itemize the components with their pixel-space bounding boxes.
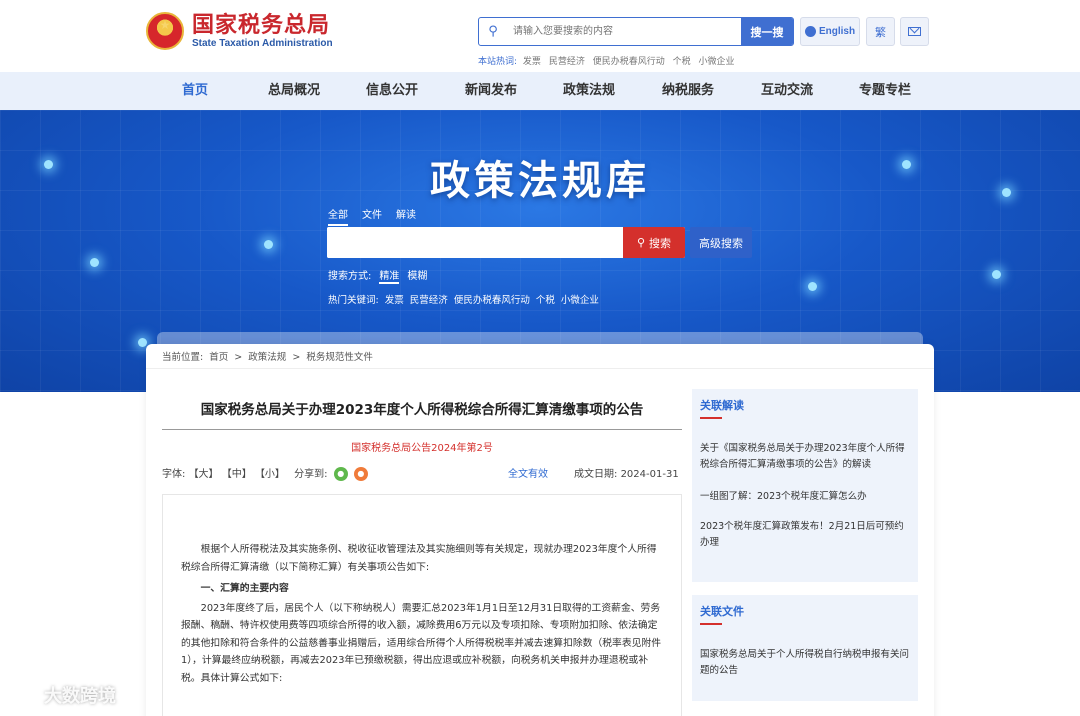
national-emblem-icon — [146, 12, 184, 50]
search-scope-tabs: 全部 文件 解读 — [328, 206, 430, 226]
search-icon: ⚲ — [488, 24, 498, 39]
glow-dot-decoration — [138, 338, 147, 347]
article-title: 国家税务总局关于办理2023年度个人所得税综合所得汇算清缴事项的公告 — [200, 402, 644, 418]
related-files-heading: 关联文件 — [700, 605, 744, 618]
hot-keyword-link[interactable]: 便民办税春风行动 — [454, 295, 530, 306]
tab-files[interactable]: 文件 — [362, 206, 382, 226]
hotword-link[interactable]: 个税 — [673, 57, 691, 67]
search-mode-exact[interactable]: 精准 — [379, 267, 400, 284]
site-search-button[interactable]: 搜一搜 — [741, 18, 793, 45]
related-reading-heading: 关联解读 — [700, 399, 744, 412]
breadcrumb: 当前位置: 首页 > 政策法规 > 税务规范性文件 — [162, 349, 376, 363]
tab-interpretations[interactable]: 解读 — [396, 206, 416, 226]
traditional-chinese-button[interactable]: 繁 — [866, 17, 895, 46]
breadcrumb-separator: > — [292, 352, 301, 363]
globe-icon — [804, 26, 816, 37]
hotword-link[interactable]: 便民办税春风行动 — [593, 57, 665, 67]
article-section-heading: 一、汇算的主要内容 — [200, 583, 289, 594]
related-reading-link[interactable]: 关于《国家税务总局关于办理2023年度个人所得税综合所得汇算清缴事项的公告》的解… — [700, 441, 910, 473]
hot-keyword-link[interactable]: 民营经济 — [410, 295, 448, 306]
search-mode-selector: 搜索方式: 精准 模糊 — [328, 267, 427, 284]
wechat-share-icon[interactable]: ● — [333, 467, 348, 481]
site-header: 国家税务总局 State Taxation Administration ⚲ 搜… — [0, 0, 1080, 72]
font-size-large-button[interactable]: 【大】 — [189, 469, 219, 480]
related-file-link[interactable]: 国家税务总局关于个人所得税自行纳税申报有关问题的公告 — [700, 647, 910, 679]
english-label: English — [818, 26, 856, 37]
article-body: 根据个人所得税法及其实施条例、税收征收管理法及其实施细则等有关规定，现就办理20… — [162, 494, 682, 716]
search-mode-fuzzy[interactable]: 模糊 — [407, 267, 427, 284]
hot-keyword-link[interactable]: 小微企业 — [561, 295, 599, 306]
search-icon: ⚲ — [636, 236, 646, 249]
related-reading-link[interactable]: 一组图了解：2023个税年度汇算怎么办 — [700, 489, 910, 505]
search-mode-label: 搜索方式: — [328, 271, 372, 282]
tab-all[interactable]: 全部 — [328, 206, 348, 226]
nav-item-policy[interactable]: 政策法规 — [563, 72, 615, 110]
policy-search-input[interactable] — [327, 227, 623, 258]
issue-date-value: 2024-01-31 — [620, 469, 679, 480]
weibo-share-icon[interactable]: ● — [353, 467, 368, 481]
site-hotwords: 本站热词: 发票 民营经济 便民办税春风行动 个税 小微企业 — [478, 54, 740, 67]
breadcrumb-item-policy[interactable]: 政策法规 — [248, 352, 286, 363]
glow-dot-decoration — [992, 270, 1001, 279]
article-paragraph: 2023年度终了后，居民个人（以下称纳税人）需要汇总2023年1月1日至12月3… — [181, 602, 662, 684]
related-reading-link[interactable]: 2023个税年度汇算政策发布！2月21日后可预约办理 — [700, 519, 910, 551]
policy-search-label: 搜索 — [649, 236, 672, 250]
policy-library-title: 政策法规库 — [430, 157, 650, 204]
glow-dot-decoration — [808, 282, 817, 291]
hot-keywords-label: 热门关键词: — [328, 295, 379, 306]
glow-dot-decoration — [264, 240, 273, 249]
logo-chinese-name: 国家税务总局 — [192, 12, 331, 38]
font-size-small-button[interactable]: 【小】 — [255, 469, 285, 480]
share-label: 分享到: — [294, 469, 328, 480]
hotwords-label: 本站热词: — [478, 57, 518, 67]
nav-item-interaction[interactable]: 互动交流 — [761, 72, 813, 110]
related-reading-panel: 关联解读 关于《国家税务总局关于办理2023年度个人所得税综合所得汇算清缴事项的… — [692, 389, 918, 582]
watermark: 大数跨境 — [10, 682, 116, 708]
breadcrumb-separator: > — [234, 352, 243, 363]
policy-search-button[interactable]: ⚲ 搜索 — [623, 227, 685, 258]
english-language-button[interactable]: English — [800, 17, 860, 46]
related-files-panel: 关联文件 国家税务总局关于个人所得税自行纳税申报有关问题的公告 — [692, 595, 918, 701]
issue-date: 成文日期: 2024-01-31 — [574, 465, 679, 480]
glow-dot-decoration — [90, 258, 99, 267]
watermark-logo-icon — [10, 685, 38, 705]
hot-keyword-link[interactable]: 发票 — [385, 295, 404, 306]
mail-button[interactable] — [900, 17, 929, 46]
document-number: 国家税务总局公告2024年第2号 — [351, 443, 493, 454]
breadcrumb-item-home[interactable]: 首页 — [209, 352, 228, 363]
site-search-bar: ⚲ 搜一搜 — [478, 17, 794, 46]
title-divider — [162, 429, 682, 430]
font-size-medium-button[interactable]: 【中】 — [222, 469, 252, 480]
issue-date-label: 成文日期: — [574, 469, 618, 480]
site-search-input[interactable] — [507, 18, 741, 45]
heading-underline — [700, 623, 722, 625]
font-size-label: 字体: — [162, 469, 186, 480]
heading-underline — [700, 417, 722, 419]
nav-item-home[interactable]: 首页 — [182, 72, 208, 110]
site-logo[interactable]: 国家税务总局 State Taxation Administration — [146, 12, 333, 50]
hotword-link[interactable]: 民营经济 — [549, 57, 585, 67]
hotword-link[interactable]: 发票 — [523, 57, 541, 67]
nav-item-tax-service[interactable]: 纳税服务 — [662, 72, 714, 110]
main-nav: 首页 总局概况 信息公开 新闻发布 政策法规 纳税服务 互动交流 专题专栏 — [0, 72, 1080, 110]
watermark-text: 大数跨境 — [44, 686, 116, 707]
breadcrumb-divider — [146, 368, 934, 369]
article-paragraph: 根据个人所得税法及其实施条例、税收征收管理法及其实施细则等有关规定，现就办理20… — [181, 544, 657, 573]
article-meta: 字体: 【大】 【中】 【小】 分享到: ● ● 全文有效 成文日期: 2024… — [162, 465, 682, 481]
hot-keyword-link[interactable]: 个税 — [536, 295, 555, 306]
advanced-search-button[interactable]: 高级搜索 — [690, 227, 752, 258]
breadcrumb-label: 当前位置: — [162, 352, 204, 363]
nav-item-info-disclosure[interactable]: 信息公开 — [366, 72, 418, 110]
nav-item-overview[interactable]: 总局概况 — [268, 72, 320, 110]
nav-item-news[interactable]: 新闻发布 — [465, 72, 517, 110]
banner-hot-keywords: 热门关键词: 发票 民营经济 便民办税春风行动 个税 小微企业 — [328, 292, 602, 306]
mail-icon — [908, 27, 921, 36]
validity-status: 全文有效 — [508, 469, 548, 480]
nav-item-special-topics[interactable]: 专题专栏 — [859, 72, 911, 110]
content-card: 当前位置: 首页 > 政策法规 > 税务规范性文件 国家税务总局关于办理2023… — [146, 344, 934, 716]
policy-search-bar: ⚲ 搜索 — [327, 227, 685, 258]
hotword-link[interactable]: 小微企业 — [698, 57, 734, 67]
logo-english-name: State Taxation Administration — [192, 38, 333, 49]
breadcrumb-item-normative-docs[interactable]: 税务规范性文件 — [306, 352, 373, 363]
